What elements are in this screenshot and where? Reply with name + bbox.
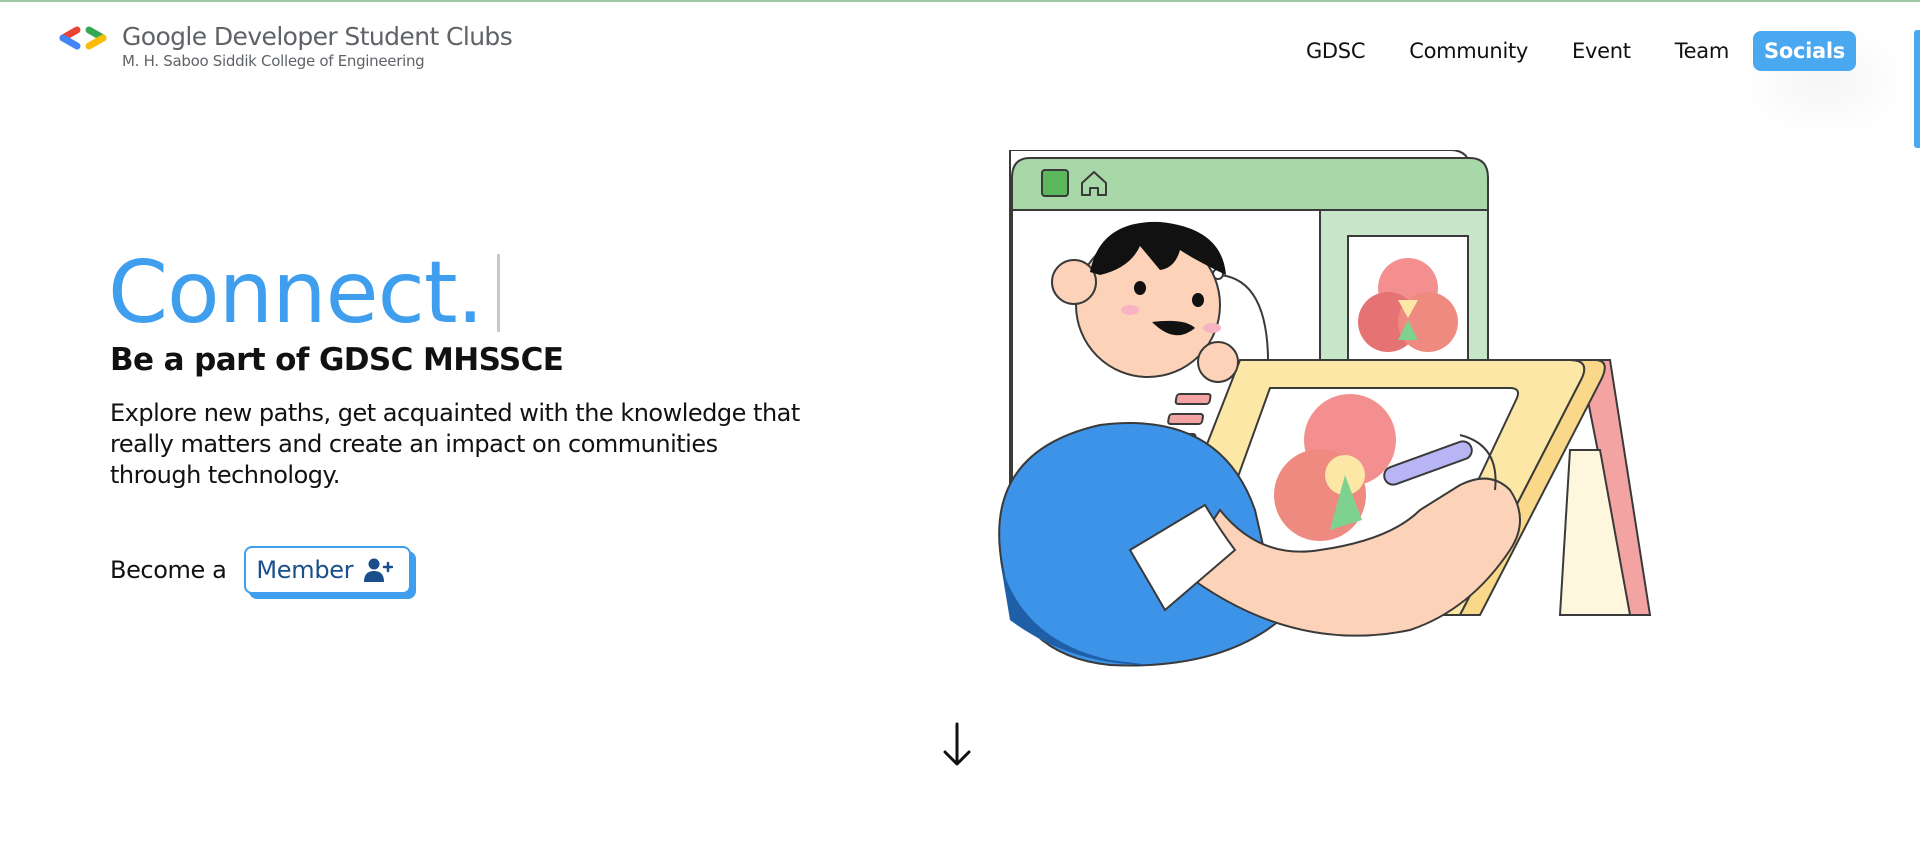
typing-caret — [496, 254, 500, 332]
user-plus-icon — [364, 558, 394, 582]
hero-title-text: Connect. — [108, 243, 484, 343]
cta-prefix: Become a — [110, 556, 227, 584]
person-drawing-on-tablet-illustration — [998, 150, 1652, 667]
top-accent-line — [0, 0, 1920, 2]
nav-item-event[interactable]: Event — [1572, 39, 1631, 63]
arrow-down-icon[interactable] — [940, 720, 974, 770]
hero-description: Explore new paths, get acquainted with t… — [110, 399, 800, 489]
brand-title: Google Developer Student Clubs — [122, 22, 513, 51]
brand[interactable]: Google Developer Student Clubs M. H. Sab… — [56, 22, 513, 70]
member-cta: Become a Member — [110, 546, 412, 594]
nav-socials-button[interactable]: Socials — [1753, 31, 1856, 71]
main-nav: GDSC Community Event Team Socials — [1262, 31, 1856, 71]
brand-subtitle: M. H. Saboo Siddik College of Engineerin… — [122, 52, 425, 70]
become-member-button[interactable]: Member — [244, 546, 412, 594]
nav-item-community[interactable]: Community — [1409, 39, 1528, 63]
nav-item-gdsc[interactable]: GDSC — [1306, 39, 1366, 63]
gdsc-logo-icon — [59, 26, 107, 50]
nav-item-team[interactable]: Team — [1675, 39, 1730, 63]
hero-title: Connect. — [108, 238, 500, 348]
hero-subtitle: Be a part of GDSC MHSSCE — [110, 342, 564, 378]
member-button-label: Member — [256, 556, 354, 584]
scrollbar-thumb[interactable] — [1914, 30, 1920, 148]
